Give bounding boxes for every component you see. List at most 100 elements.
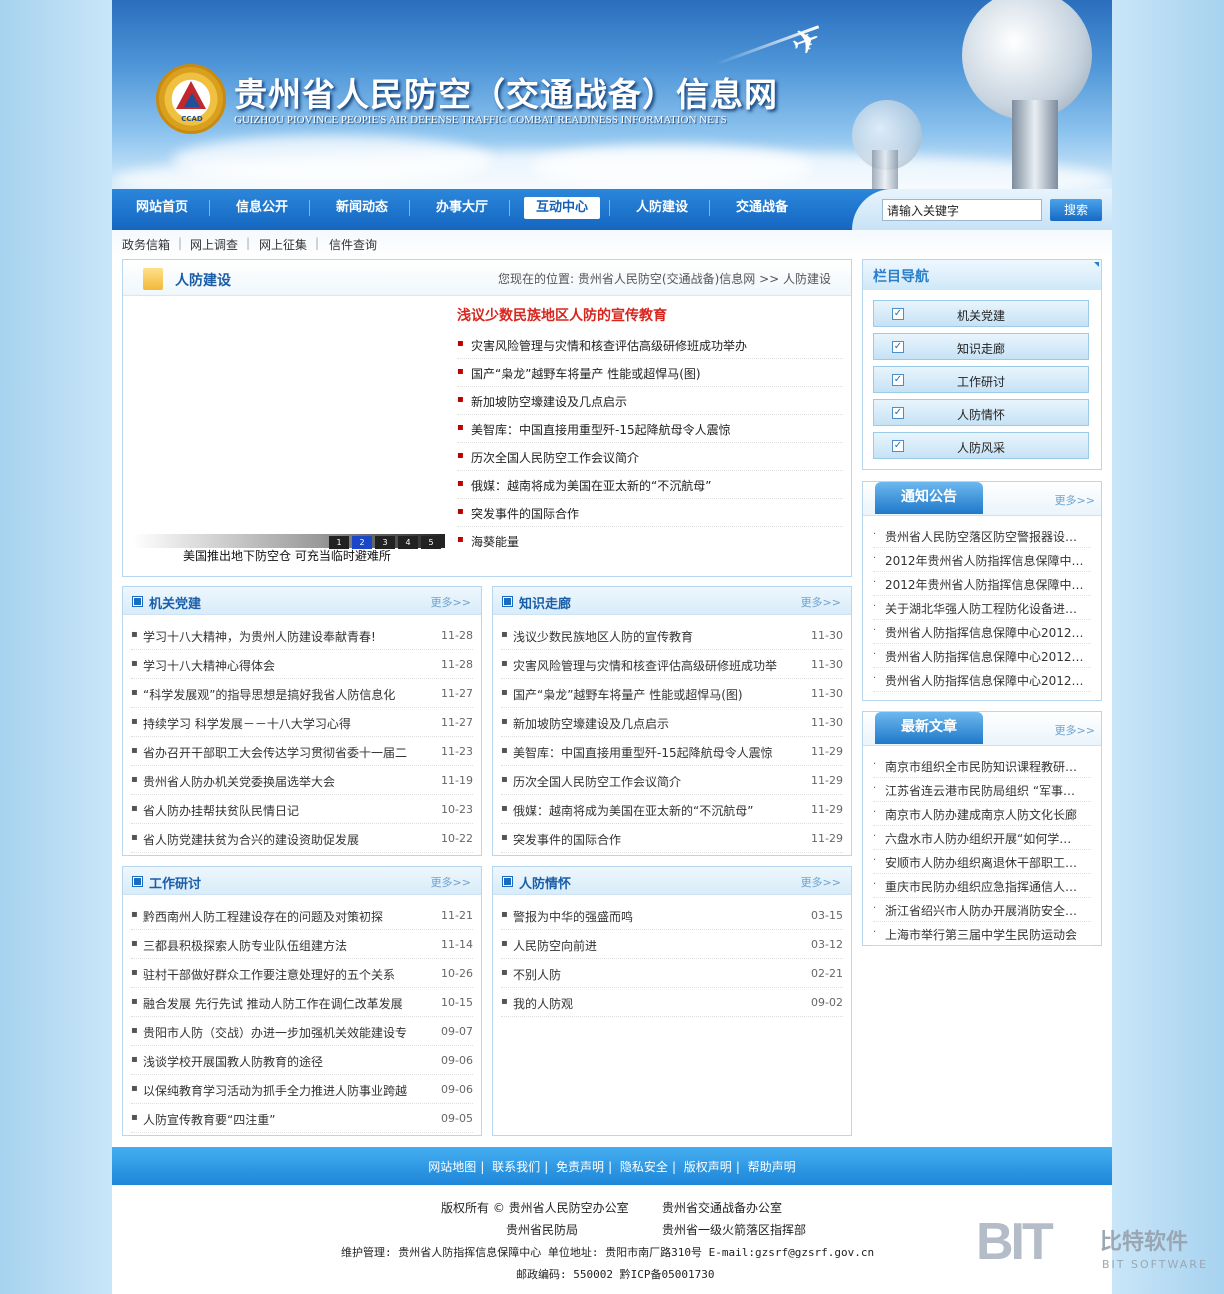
footer-link-copyright[interactable]: 版权声明 — [684, 1160, 732, 1174]
list-item-title[interactable]: 黔西南州人防工程建设存在的问题及对策初探 — [143, 908, 383, 925]
feature-item[interactable]: 突发事件的国际合作 — [471, 505, 579, 522]
list-item-title[interactable]: 美智库：中国直接用重型歼-15起降航母令人震惊 — [513, 744, 773, 761]
list-item-title[interactable]: 俄媒：越南将成为美国在亚太新的“不沉航母” — [513, 802, 753, 819]
search-button[interactable]: 搜索 — [1050, 199, 1102, 221]
list-item-title[interactable]: 浙江省绍兴市人防办开展消防安全… — [885, 902, 1091, 919]
nav-item-traffic-readiness[interactable]: 交通战备 — [724, 197, 800, 219]
list-item[interactable]: ▪ 浅议少数民族地区人防的宣传教育 11-30 — [501, 621, 843, 650]
list-item[interactable]: · 江苏省连云港市民防局组织 “军事… — [873, 778, 1091, 802]
nav-item-news[interactable]: 新闻动态 — [324, 197, 400, 219]
list-item[interactable]: · 上海市举行第三届中学生民防运动会 — [873, 922, 1091, 946]
list-item-title[interactable]: 贵州省人防指挥信息保障中心2012… — [885, 672, 1091, 689]
subnav-collection[interactable]: 网上征集 — [259, 236, 307, 253]
sidebar-item-work-research[interactable]: ✓ 工作研讨 — [873, 366, 1089, 393]
list-item[interactable]: ▪ 省办召开干部职工大会传达学习贯彻省委十一届二 11-23 — [131, 737, 473, 766]
nav-item-service-hall[interactable]: 办事大厅 — [424, 197, 500, 219]
list-item-title[interactable]: 三都县积极探索人防专业队伍组建方法 — [143, 937, 347, 954]
footer-link-help[interactable]: 帮助声明 — [748, 1160, 796, 1174]
list-item[interactable]: ▪ 新加坡防空壕建设及几点启示 11-30 — [501, 708, 843, 737]
list-item[interactable]: ▪ 贵州省人防办机关党委换届选举大会 11-19 — [131, 766, 473, 795]
list-item[interactable]: ▪ 省人防办挂帮扶贫队民情日记 10-23 — [131, 795, 473, 824]
list-item[interactable]: · 南京市组织全市民防知识课程教研… — [873, 754, 1091, 778]
list-item-title[interactable]: 持续学习 科学发展－－十八大学习心得 — [143, 715, 351, 732]
list-item[interactable]: ▪ “科学发展观”的指导思想是搞好我省人防信息化 11-27 — [131, 679, 473, 708]
list-item[interactable]: ▪ 持续学习 科学发展－－十八大学习心得 11-27 — [131, 708, 473, 737]
list-item-title[interactable]: 国产“枭龙”越野车将量产 性能或超悍马(图) — [513, 686, 743, 703]
more-link[interactable]: 更多>> — [431, 594, 471, 610]
feature-item[interactable]: 美智库：中国直接用重型歼-15起降航母令人震惊 — [471, 421, 731, 438]
list-item-title[interactable]: 人防宣传教育要“四注重” — [143, 1111, 275, 1128]
list-item[interactable]: · 关于湖北华强人防工程防化设备进… — [873, 596, 1091, 620]
list-item[interactable]: ▪ 浅谈学校开展国教人防教育的途径 09-06 — [131, 1046, 473, 1075]
list-item-title[interactable]: 突发事件的国际合作 — [513, 831, 621, 848]
list-item-title[interactable]: 贵州省人防办机关党委换届选举大会 — [143, 773, 335, 790]
list-item-title[interactable]: 浅谈学校开展国教人防教育的途径 — [143, 1053, 323, 1070]
list-item[interactable]: ▪ 省人防党建扶贫为合兴的建设资助促发展 10-22 — [131, 824, 473, 853]
notice-tab[interactable]: 通知公告 — [875, 482, 983, 514]
list-item[interactable]: · 贵州省人防指挥信息保障中心2012… — [873, 644, 1091, 668]
site-logo[interactable]: CCAD — [156, 64, 226, 134]
more-link[interactable]: 更多>> — [1055, 722, 1095, 738]
list-item[interactable]: ▪ 警报为中华的强盛而鸣 03-15 — [501, 901, 843, 930]
list-item-title[interactable]: 省办召开干部职工大会传达学习贯彻省委十一届二 — [143, 744, 407, 761]
feature-item[interactable]: 俄媒：越南将成为美国在亚太新的“不沉航母” — [471, 477, 711, 494]
feature-item[interactable]: 国产“枭龙”越野车将量产 性能或超悍马(图) — [471, 365, 701, 382]
sidebar-item-sentiment[interactable]: ✓ 人防情怀 — [873, 399, 1089, 426]
list-item[interactable]: · 贵州省人防指挥信息保障中心2012… — [873, 620, 1091, 644]
nav-item-civil-defense[interactable]: 人防建设 — [624, 197, 700, 219]
list-item[interactable]: ▪ 不别人防 02-21 — [501, 959, 843, 988]
list-item-title[interactable]: 南京市组织全市民防知识课程教研… — [885, 758, 1091, 775]
sidebar-item-knowledge[interactable]: ✓ 知识走廊 — [873, 333, 1089, 360]
image-slider[interactable] — [133, 306, 445, 568]
list-item[interactable]: · 重庆市民防办组织应急指挥通信人… — [873, 874, 1091, 898]
list-item-title[interactable]: 历次全国人民防空工作会议简介 — [513, 773, 681, 790]
list-item-title[interactable]: 新加坡防空壕建设及几点启示 — [513, 715, 669, 732]
list-item[interactable]: ▪ 驻村干部做好群众工作要注意处理好的五个关系 10-26 — [131, 959, 473, 988]
list-item[interactable]: · 六盘水市人防办组织开展“如何学… — [873, 826, 1091, 850]
list-item[interactable]: · 贵州省人民防空落区防空警报器设… — [873, 524, 1091, 548]
list-item[interactable]: · 浙江省绍兴市人防办开展消防安全… — [873, 898, 1091, 922]
footer-link-sitemap[interactable]: 网站地图 — [428, 1160, 476, 1174]
more-link[interactable]: 更多>> — [431, 874, 471, 890]
list-item[interactable]: ▪ 融合发展 先行先试 推动人防工作在调仁改革发展 10-15 — [131, 988, 473, 1017]
footer-link-disclaimer[interactable]: 免责声明 — [556, 1160, 604, 1174]
list-item[interactable]: ▪ 突发事件的国际合作 11-29 — [501, 824, 843, 853]
list-item-title[interactable]: 贵州省人防指挥信息保障中心2012… — [885, 624, 1091, 641]
slider-page-5[interactable]: 5 — [421, 536, 441, 549]
list-item[interactable]: · 2012年贵州省人防指挥信息保障中… — [873, 548, 1091, 572]
subnav-mailbox[interactable]: 政务信箱 — [122, 236, 170, 253]
list-item[interactable]: ▪ 三都县积极探索人防专业队伍组建方法 11-14 — [131, 930, 473, 959]
more-link[interactable]: 更多>> — [1055, 492, 1095, 508]
list-item-title[interactable]: 警报为中华的强盛而鸣 — [513, 908, 633, 925]
list-item-title[interactable]: 驻村干部做好群众工作要注意处理好的五个关系 — [143, 966, 395, 983]
search-input[interactable] — [882, 199, 1042, 221]
list-item[interactable]: · 安顺市人防办组织离退休干部职工… — [873, 850, 1091, 874]
list-item-title[interactable]: 学习十八大精神心得体会 — [143, 657, 275, 674]
list-item[interactable]: ▪ 俄媒：越南将成为美国在亚太新的“不沉航母” 11-29 — [501, 795, 843, 824]
slider-page-4[interactable]: 4 — [398, 536, 418, 549]
list-item-title[interactable]: 以保纯教育学习活动为抓手全力推进人防事业跨越 — [143, 1082, 407, 1099]
list-item[interactable]: ▪ 灾害风险管理与灾情和核查评估高级研修班成功举 11-30 — [501, 650, 843, 679]
list-item[interactable]: ▪ 我的人防观 09-02 — [501, 988, 843, 1017]
list-item[interactable]: ▪ 贵阳市人防（交战）办进一步加强机关效能建设专 09-07 — [131, 1017, 473, 1046]
list-item[interactable]: ▪ 黔西南州人防工程建设存在的问题及对策初探 11-21 — [131, 901, 473, 930]
list-item[interactable]: ▪ 历次全国人民防空工作会议简介 11-29 — [501, 766, 843, 795]
nav-item-info-public[interactable]: 信息公开 — [224, 197, 300, 219]
list-item[interactable]: ▪ 人防宣传教育要“四注重” 09-05 — [131, 1104, 473, 1133]
list-item[interactable]: · 贵州省人防指挥信息保障中心2012… — [873, 668, 1091, 692]
list-item-title[interactable]: 安顺市人防办组织离退休干部职工… — [885, 854, 1091, 871]
list-item-title[interactable]: 灾害风险管理与灾情和核查评估高级研修班成功举 — [513, 657, 777, 674]
list-item-title[interactable]: 上海市举行第三届中学生民防运动会 — [885, 926, 1091, 943]
more-link[interactable]: 更多>> — [801, 874, 841, 890]
footer-link-contact[interactable]: 联系我们 — [492, 1160, 540, 1174]
list-item[interactable]: · 南京市人防办建成南京人防文化长廊 — [873, 802, 1091, 826]
feature-item[interactable]: 海葵能量 — [471, 533, 519, 550]
list-item-title[interactable]: 贵阳市人防（交战）办进一步加强机关效能建设专 — [143, 1024, 407, 1041]
list-item-title[interactable]: 贵州省人民防空落区防空警报器设… — [885, 528, 1091, 545]
list-item[interactable]: ▪ 美智库：中国直接用重型歼-15起降航母令人震惊 11-29 — [501, 737, 843, 766]
subnav-letter-query[interactable]: 信件查询 — [329, 236, 377, 253]
list-item-title[interactable]: 省人防党建扶贫为合兴的建设资助促发展 — [143, 831, 359, 848]
list-item-title[interactable]: 江苏省连云港市民防局组织 “军事… — [885, 782, 1091, 799]
list-item-title[interactable]: 2012年贵州省人防指挥信息保障中… — [885, 552, 1091, 569]
sidebar-item-style[interactable]: ✓ 人防风采 — [873, 432, 1089, 459]
